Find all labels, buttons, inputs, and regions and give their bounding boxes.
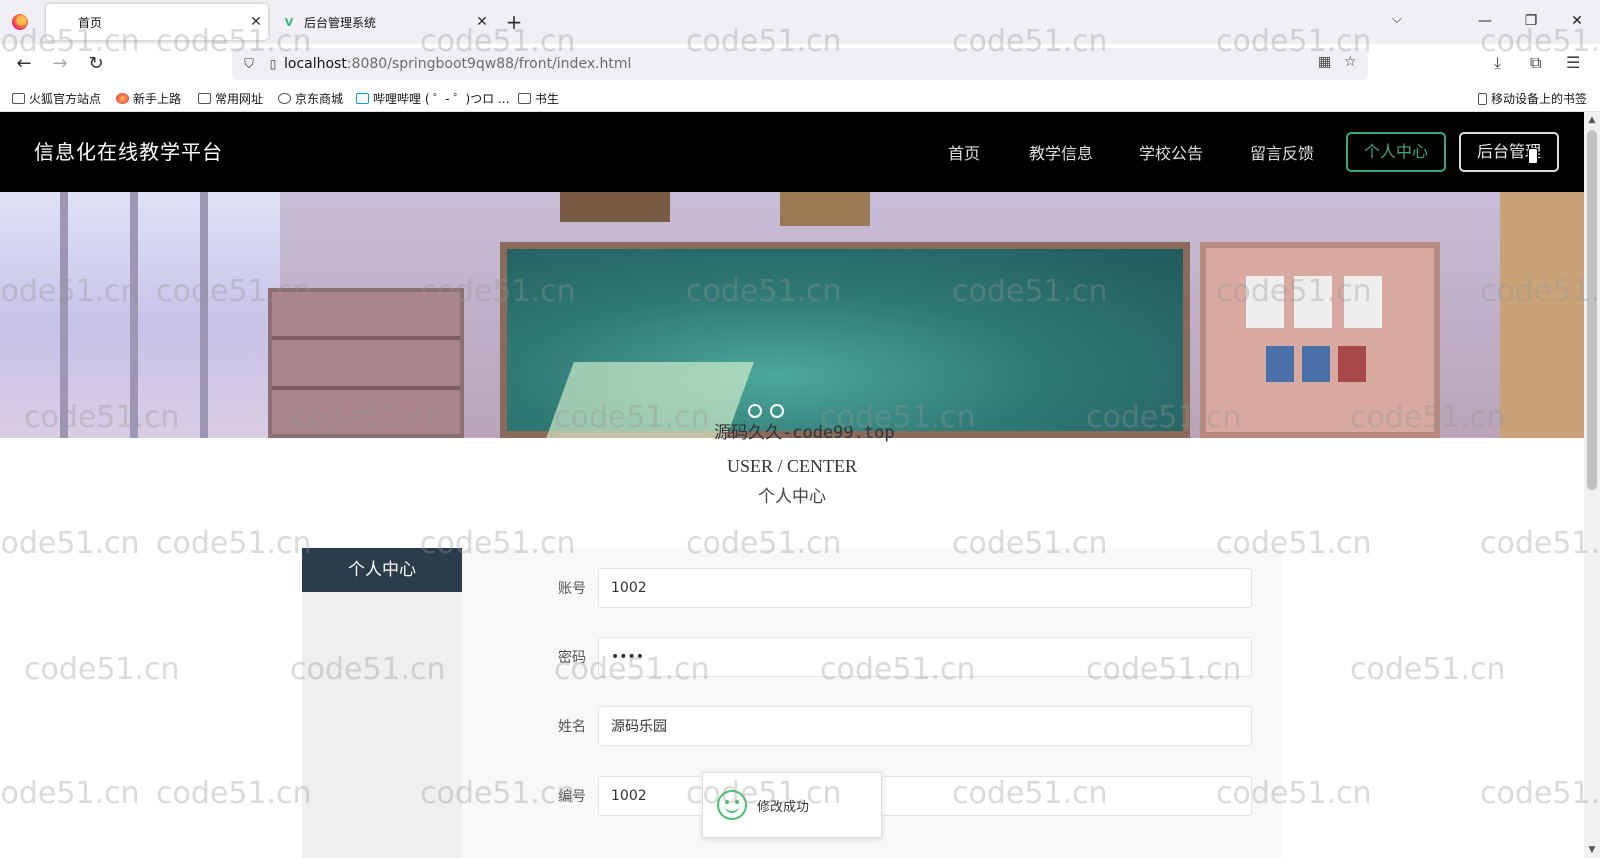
shelf-row [272, 336, 460, 340]
url-bar[interactable]: ⛉ ▯ localhost:8080/springboot9qw88/front… [232, 48, 1368, 80]
field-label: 账号 [558, 581, 586, 597]
poster [1302, 346, 1330, 382]
classroom-window [0, 192, 280, 438]
picture-frame [560, 192, 670, 222]
forward-arrow-icon[interactable]: → [48, 52, 72, 76]
site-header: 信息化在线教学平台 首页 教学信息 学校公告 留言反馈 个人中心 后台管理 [0, 112, 1584, 192]
window-frame [200, 192, 208, 438]
page-icon [56, 15, 70, 29]
scrollbar-thumb[interactable] [1587, 130, 1597, 490]
classroom-door [1200, 242, 1440, 438]
back-arrow-icon[interactable]: ← [12, 52, 36, 76]
window-frame [60, 192, 68, 438]
folder-icon [12, 93, 25, 104]
shield-icon[interactable]: ⛉ [236, 57, 262, 72]
download-icon[interactable]: ⤓ [1494, 53, 1501, 73]
window-frame [130, 192, 138, 438]
notice-paper [1344, 276, 1382, 328]
success-toast: 修改成功 [702, 772, 882, 838]
form-row-number: 编号 [540, 776, 1252, 816]
carousel-dot[interactable] [770, 404, 784, 418]
bookmarks-toolbar: 火狐官方站点 新手上路 常用网址 京东商城 哔哩哔哩 ( ゜- ゜)つロ ...… [0, 84, 1600, 112]
browser-navigation-bar: ← → ↻ ⛉ ▯ localhost:8080/springboot9qw88… [0, 44, 1600, 84]
bookmark-item[interactable]: 哔哩哔哩 ( ゜- ゜)つロ ... [356, 90, 509, 107]
nav-school-notice[interactable]: 学校公告 [1139, 140, 1203, 164]
web-page: 信息化在线教学平台 首页 教学信息 学校公告 留言反馈 个人中心 后台管理 源码… [0, 112, 1584, 858]
bookmark-item[interactable]: 书生 [518, 90, 559, 107]
poster [1266, 346, 1294, 382]
tab-label: 后台管理系统 [304, 15, 377, 30]
personal-center-button[interactable]: 个人中心 [1346, 132, 1446, 172]
tab-home[interactable]: 首页 ✕ [46, 4, 268, 40]
minimize-button[interactable]: — [1474, 10, 1496, 32]
field-label: 编号 [558, 789, 586, 805]
smile-icon [717, 790, 747, 820]
field-label: 姓名 [558, 719, 586, 735]
browser-tab-strip: 首页 ✕ V 后台管理系统 ✕ + ⌵ — ❐ ✕ [0, 0, 1600, 44]
mobile-icon [1478, 92, 1487, 105]
nav-home[interactable]: 首页 [948, 140, 980, 164]
firefox-logo-icon [12, 14, 28, 30]
page-scrollbar[interactable]: ▲ ▼ [1584, 112, 1600, 858]
site-title: 信息化在线教学平台 [34, 140, 223, 164]
qr-code-icon[interactable]: ▦ [1318, 54, 1331, 70]
url-host: localhost [284, 56, 347, 72]
firefox-icon [116, 93, 129, 104]
url-path: :8080/springboot9qw88/front/index.html [346, 56, 632, 72]
bookshelf [268, 288, 464, 438]
menu-icon[interactable]: ☰ [1566, 53, 1580, 72]
bilibili-icon [356, 93, 369, 104]
name-input[interactable] [598, 706, 1252, 746]
folder-icon [518, 93, 531, 104]
mouse-cursor-icon [1528, 148, 1538, 164]
carousel-dot[interactable] [748, 404, 762, 418]
close-window-button[interactable]: ✕ [1566, 10, 1588, 32]
tab-label: 首页 [78, 15, 103, 30]
folder-icon [198, 93, 211, 104]
close-tab-icon[interactable]: ✕ [470, 14, 494, 30]
section-title-cn: 个人中心 [758, 487, 826, 507]
password-input[interactable] [598, 637, 1252, 677]
notice-paper [1294, 276, 1332, 328]
picture-frame [780, 192, 870, 226]
field-label: 密码 [558, 650, 586, 666]
section-title-en: USER / CENTER [726, 456, 857, 476]
admin-button[interactable]: 后台管理 [1459, 132, 1559, 172]
close-tab-icon[interactable]: ✕ [244, 14, 268, 30]
form-row-password: 密码 [540, 637, 1252, 677]
side-menu: 个人中心 [302, 548, 462, 858]
reload-icon[interactable]: ↻ [84, 52, 108, 76]
toast-message: 修改成功 [757, 799, 810, 815]
restore-button[interactable]: ❐ [1520, 10, 1542, 32]
bookmark-item[interactable]: 常用网址 [198, 90, 263, 107]
page-icon: ▯ [269, 57, 277, 71]
tab-list-chevron-icon[interactable]: ⌵ [1392, 12, 1402, 27]
form-row-account: 账号 [540, 568, 1252, 608]
notice-paper [1246, 276, 1284, 328]
new-tab-button[interactable]: + [504, 10, 524, 34]
scroll-down-icon[interactable]: ▼ [1584, 842, 1600, 858]
number-input[interactable] [598, 776, 1252, 816]
account-input[interactable] [598, 568, 1252, 608]
bookmark-item[interactable]: 火狐官方站点 [12, 90, 101, 107]
vue-logo-icon: V [284, 15, 294, 29]
globe-icon [278, 93, 291, 104]
mobile-bookmarks[interactable]: 移动设备上的书签 [1478, 90, 1587, 107]
nav-teaching-info[interactable]: 教学信息 [1029, 140, 1093, 164]
source-overlay-text: 源码久久-code99.top [714, 423, 895, 443]
poster [1338, 346, 1366, 382]
banner-carousel [0, 192, 1584, 438]
side-menu-item-personal-center[interactable]: 个人中心 [302, 548, 462, 592]
extensions-icon[interactable]: ⧉ [1530, 53, 1541, 73]
star-icon[interactable]: ☆ [1344, 54, 1357, 70]
shelf-row [272, 386, 460, 390]
carousel-dots [748, 404, 784, 418]
tab-admin[interactable]: V 后台管理系统 ✕ [272, 4, 494, 40]
nav-feedback[interactable]: 留言反馈 [1250, 140, 1314, 164]
bookmark-item[interactable]: 新手上路 [116, 90, 181, 107]
form-row-name: 姓名 [540, 706, 1252, 746]
bookmark-item[interactable]: 京东商城 [278, 90, 343, 107]
scroll-up-icon[interactable]: ▲ [1584, 112, 1600, 128]
side-wall [1500, 192, 1584, 438]
